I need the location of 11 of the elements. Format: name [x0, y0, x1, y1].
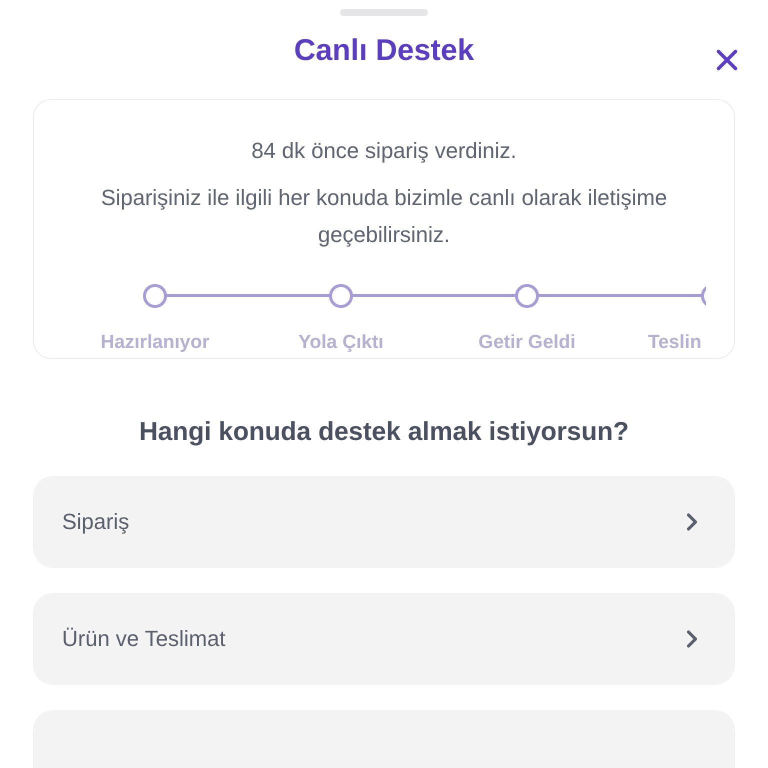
question-heading: Hangi konuda destek almak istiyorsun? — [138, 414, 630, 448]
support-description: Siparişiniz ile ilgili her konuda bizimle canlı olarak iletişime geçebilirsiniz. — [100, 184, 668, 249]
step-label: Yola Çıktı — [297, 331, 385, 355]
drag-handle[interactable] — [340, 9, 428, 16]
step-label: Getir Geldi — [477, 331, 577, 355]
topic-option[interactable]: Sipariş — [33, 476, 735, 568]
step-label: Teslin — [647, 331, 702, 355]
step-label: Hazırlanıyor — [100, 331, 210, 355]
topic-option[interactable]: Ürün ve Teslimat — [33, 592, 735, 684]
window-title: Canlı Destek — [294, 33, 474, 69]
order-time-text: 84 dk önce sipariş verdiniz. — [251, 137, 517, 165]
